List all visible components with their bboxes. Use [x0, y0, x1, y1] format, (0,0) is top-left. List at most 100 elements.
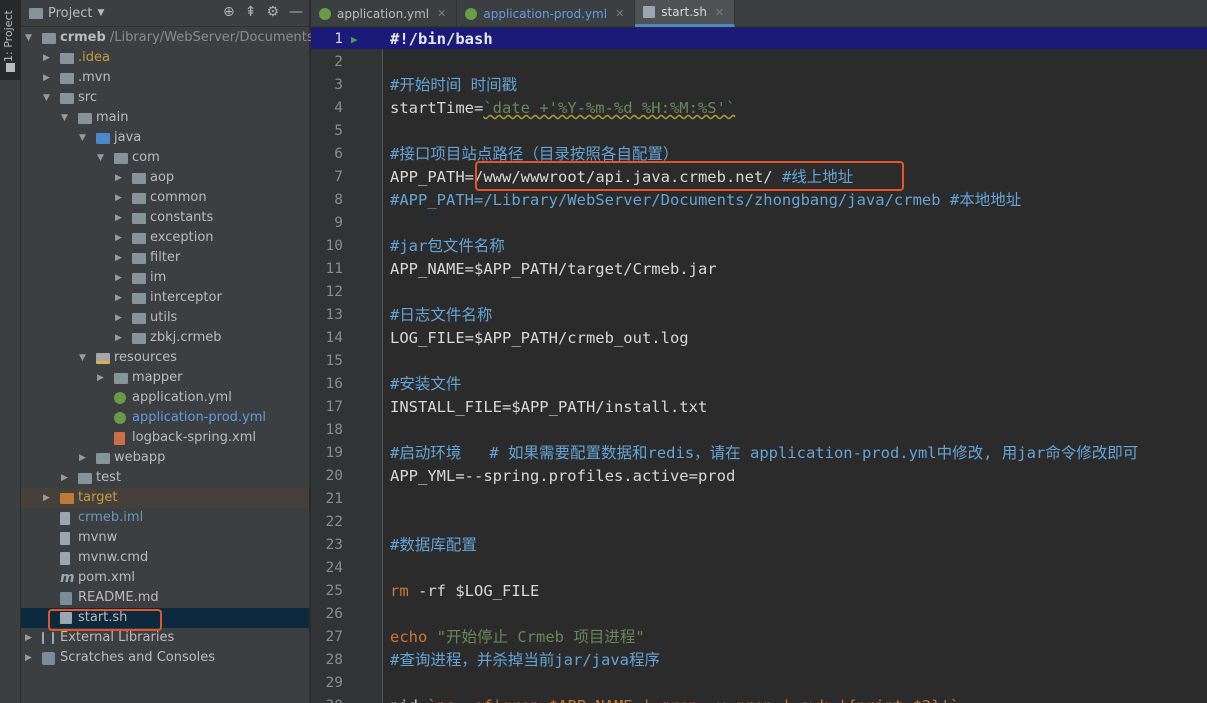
code-line[interactable]: 15 — [311, 350, 1207, 373]
project-tool-tab[interactable]: 1: Project — [0, 0, 21, 80]
tree-item[interactable]: application.yml — [21, 388, 309, 408]
chevron-right-icon[interactable]: ▶ — [97, 368, 107, 388]
code-line[interactable]: 25 rm -rf $LOG_FILE — [311, 580, 1207, 603]
chevron-right-icon[interactable]: ▶ — [43, 68, 53, 88]
code-line[interactable]: 20 APP_YML=--spring.profiles.active=prod — [311, 465, 1207, 488]
tree-item[interactable]: ▶ zbkj.crmeb — [21, 328, 309, 348]
tree-item[interactable]: ▶ exception — [21, 228, 309, 248]
target-icon[interactable]: ⊕ — [223, 4, 235, 20]
chevron-down-icon[interactable]: ▼ — [25, 28, 35, 48]
close-icon[interactable]: ✕ — [437, 7, 446, 20]
code-line[interactable]: 16 #安装文件 — [311, 373, 1207, 396]
code-line[interactable]: 27 echo "开始停止 Crmeb 项目进程" — [311, 626, 1207, 649]
chevron-right-icon[interactable]: ▶ — [25, 648, 35, 668]
chevron-right-icon[interactable]: ▶ — [115, 308, 125, 328]
chevron-right-icon[interactable]: ▶ — [61, 468, 71, 488]
tree-item[interactable]: ▼ src — [21, 88, 309, 108]
code-line[interactable]: 9 — [311, 212, 1207, 235]
tree-item[interactable]: ▶ common — [21, 188, 309, 208]
tree-item[interactable]: crmeb.iml — [21, 508, 309, 528]
code-line[interactable]: 30 pid=`ps -ef|grep $APP_NAME | grep -v g… — [311, 695, 1207, 703]
editor-tab[interactable]: application.yml ✕ — [311, 0, 458, 27]
code-line[interactable]: 22 — [311, 511, 1207, 534]
code-line[interactable]: 14 LOG_FILE=$APP_PATH/crmeb_out.log — [311, 327, 1207, 350]
chevron-down-icon[interactable]: ▼ — [79, 128, 89, 148]
code-line[interactable]: 28 #查询进程，并杀掉当前jar/java程序 — [311, 649, 1207, 672]
minimize-icon[interactable]: — — [289, 4, 303, 20]
code-line[interactable]: 12 — [311, 281, 1207, 304]
code-line[interactable]: 18 — [311, 419, 1207, 442]
code-line[interactable]: 19 #启动环境 # 如果需要配置数据和redis，请在 application-… — [311, 442, 1207, 465]
chevron-right-icon[interactable]: ▶ — [115, 228, 125, 248]
tree-item[interactable]: ▼ java — [21, 128, 309, 148]
chevron-down-icon[interactable]: ▼ — [43, 88, 53, 108]
tree-item[interactable]: README.md — [21, 588, 309, 608]
code-line[interactable]: 2 — [311, 51, 1207, 74]
code-line[interactable]: 1 ▶ #!/bin/bash — [311, 28, 1207, 51]
tree-item[interactable]: application-prod.yml — [21, 408, 309, 428]
code-line[interactable]: 10 #jar包文件名称 — [311, 235, 1207, 258]
tree-item[interactable]: ▶ External Libraries — [21, 628, 309, 648]
code-line[interactable]: 5 — [311, 120, 1207, 143]
tree-item[interactable]: ▼ crmeb /Library/WebServer/Documents/z — [21, 28, 325, 48]
tree-item[interactable]: ▼ resources — [21, 348, 309, 368]
code-line[interactable]: 26 — [311, 603, 1207, 626]
code-line[interactable]: 3 #开始时间 时间戳 — [311, 74, 1207, 97]
tree-item[interactable]: ▶ .mvn — [21, 68, 309, 88]
run-icon[interactable]: ▶ — [351, 28, 358, 51]
close-icon[interactable]: ✕ — [715, 6, 724, 19]
code-text: APP_YML=--spring.profiles.active=prod — [390, 465, 735, 488]
chevron-right-icon[interactable]: ▶ — [115, 288, 125, 308]
code-line[interactable]: 21 — [311, 488, 1207, 511]
code-text: echo "开始停止 Crmeb 项目进程" — [390, 626, 645, 649]
code-line[interactable]: 11 APP_NAME=$APP_PATH/target/Crmeb.jar — [311, 258, 1207, 281]
chevron-right-icon[interactable]: ▶ — [115, 168, 125, 188]
tree-item[interactable]: logback-spring.xml — [21, 428, 309, 448]
chevron-right-icon[interactable]: ▶ — [43, 488, 53, 508]
collapse-icon[interactable]: ⇞ — [245, 4, 257, 20]
editor-tab[interactable]: start.sh ✕ — [635, 0, 736, 27]
tree-item[interactable]: ▼ main — [21, 108, 309, 128]
code-line[interactable]: 8 #APP_PATH=/Library/WebServer/Documents/… — [311, 189, 1207, 212]
chevron-right-icon[interactable]: ▶ — [25, 628, 35, 648]
chevron-right-icon[interactable]: ▶ — [115, 328, 125, 348]
chevron-down-icon[interactable]: ▼ — [97, 8, 104, 18]
tree-item[interactable]: mvnw — [21, 528, 309, 548]
tree-item[interactable]: ▶ Scratches and Consoles — [21, 648, 309, 668]
editor-tab[interactable]: application-prod.yml ✕ — [457, 0, 636, 27]
code-line[interactable]: 4 startTime=`date +'%Y-%m-%d %H:%M:%S'` — [311, 97, 1207, 120]
chevron-right-icon[interactable]: ▶ — [115, 248, 125, 268]
tree-item[interactable]: ▶ webapp — [21, 448, 309, 468]
chevron-right-icon[interactable]: ▶ — [43, 48, 53, 68]
tree-item[interactable]: ▶ im — [21, 268, 309, 288]
tree-item[interactable]: ▶ interceptor — [21, 288, 309, 308]
gear-icon[interactable]: ⚙ — [266, 4, 279, 20]
code-line[interactable]: 13 #日志文件名称 — [311, 304, 1207, 327]
code-token: INSTALL_FILE=$APP_PATH/install.txt — [390, 398, 708, 416]
tree-item[interactable]: ▶ target — [21, 488, 309, 508]
chevron-right-icon[interactable]: ▶ — [115, 208, 125, 228]
close-icon[interactable]: ✕ — [615, 7, 624, 20]
tree-item[interactable]: m pom.xml — [21, 568, 309, 588]
tree-item[interactable]: ▶ utils — [21, 308, 309, 328]
code-line[interactable]: 24 — [311, 557, 1207, 580]
chevron-right-icon[interactable]: ▶ — [79, 448, 89, 468]
tree-item[interactable]: ▶ test — [21, 468, 309, 488]
tree-item[interactable]: ▼ com — [21, 148, 309, 168]
code-line[interactable]: 17 INSTALL_FILE=$APP_PATH/install.txt — [311, 396, 1207, 419]
chevron-down-icon[interactable]: ▼ — [97, 148, 107, 168]
tree-item[interactable]: ▶ mapper — [21, 368, 309, 388]
chevron-right-icon[interactable]: ▶ — [115, 268, 125, 288]
project-view-selector[interactable]: Project — [48, 6, 92, 21]
code-line[interactable]: 23 #数据库配置 — [311, 534, 1207, 557]
tree-item[interactable]: ▶ constants — [21, 208, 309, 228]
code-line[interactable]: 29 — [311, 672, 1207, 695]
chevron-down-icon[interactable]: ▼ — [61, 108, 71, 128]
folder-icon — [29, 7, 43, 19]
tree-item[interactable]: mvnw.cmd — [21, 548, 309, 568]
tree-item[interactable]: ▶ filter — [21, 248, 309, 268]
chevron-down-icon[interactable]: ▼ — [79, 348, 89, 368]
tree-item[interactable]: ▶ .idea — [21, 48, 309, 68]
tree-item[interactable]: ▶ aop — [21, 168, 309, 188]
chevron-right-icon[interactable]: ▶ — [115, 188, 125, 208]
